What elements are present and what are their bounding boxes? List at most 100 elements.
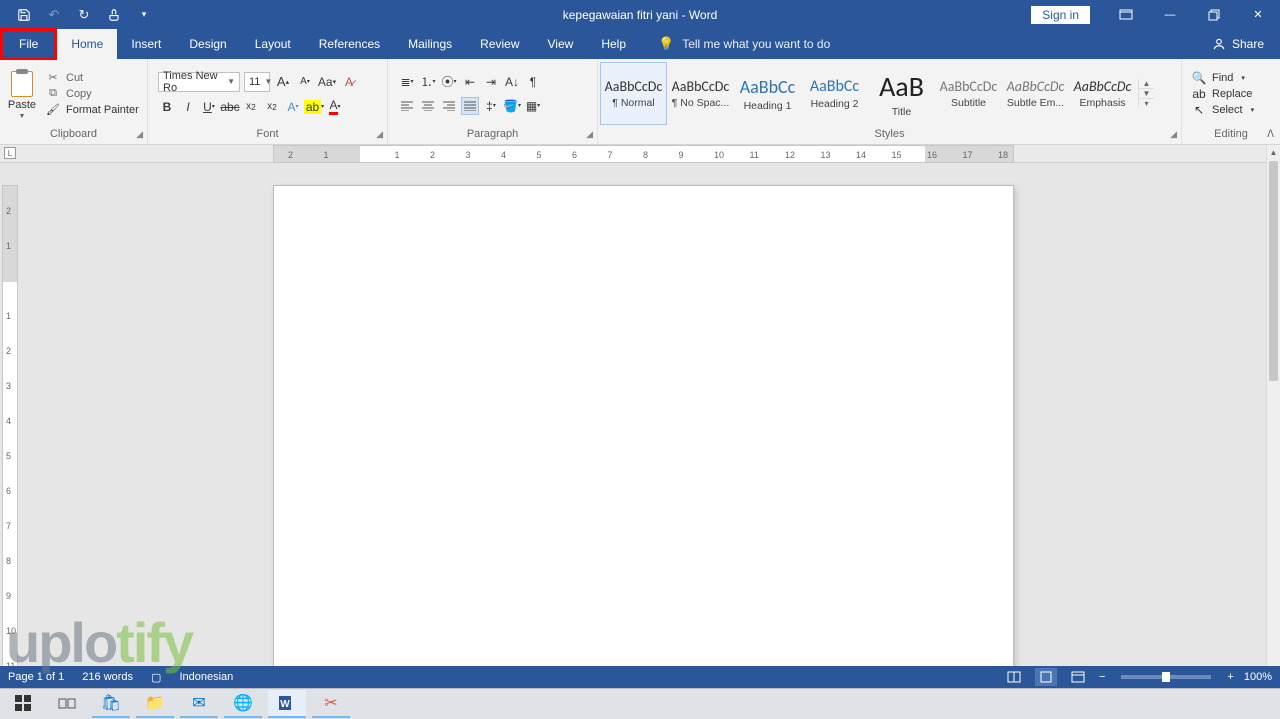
style-subtitle[interactable]: AaBbCcDcSubtitle bbox=[935, 62, 1002, 125]
tell-me-search[interactable]: 💡 Tell me what you want to do bbox=[640, 29, 830, 59]
qat-customize-icon[interactable]: ▾ bbox=[136, 7, 152, 23]
ribbon-display-options-icon[interactable] bbox=[1104, 0, 1148, 29]
task-view-button[interactable] bbox=[48, 690, 86, 718]
paragraph-launcher-icon[interactable]: ◢ bbox=[586, 129, 593, 140]
scroll-up-icon[interactable]: ▲ bbox=[1267, 145, 1280, 159]
read-mode-button[interactable] bbox=[1003, 668, 1025, 686]
multilevel-list-button[interactable]: ⦿▾ bbox=[440, 73, 458, 91]
style-heading-1[interactable]: AaBbCcHeading 1 bbox=[734, 62, 801, 125]
strikethrough-button[interactable]: abc bbox=[221, 98, 239, 116]
tab-insert[interactable]: Insert bbox=[117, 29, 175, 59]
italic-button[interactable]: I bbox=[179, 98, 197, 116]
zoom-slider[interactable] bbox=[1121, 675, 1211, 679]
align-left-button[interactable] bbox=[398, 97, 416, 115]
document-page[interactable] bbox=[273, 185, 1014, 689]
tab-home[interactable]: Home bbox=[57, 29, 117, 59]
taskbar-store[interactable]: 🛍 bbox=[92, 690, 130, 718]
tab-selector[interactable]: L bbox=[4, 147, 16, 159]
tab-layout[interactable]: Layout bbox=[241, 29, 305, 59]
bold-button[interactable]: B bbox=[158, 98, 176, 116]
underline-button[interactable]: U▾ bbox=[200, 98, 218, 116]
scrollbar-thumb[interactable] bbox=[1269, 161, 1278, 381]
decrease-indent-button[interactable]: ⇤ bbox=[461, 73, 479, 91]
collapse-ribbon-icon[interactable]: ᐱ bbox=[1267, 129, 1274, 140]
web-layout-button[interactable] bbox=[1067, 668, 1089, 686]
line-spacing-button[interactable]: ‡▾ bbox=[482, 97, 500, 115]
paste-button[interactable]: Paste ▼ bbox=[4, 67, 40, 120]
style--no-spac-[interactable]: AaBbCcDc¶ No Spac... bbox=[667, 62, 734, 125]
grow-font-button[interactable]: A▴ bbox=[274, 73, 292, 91]
copy-button[interactable]: ⧉Copy bbox=[42, 86, 143, 101]
shrink-font-button[interactable]: A▾ bbox=[296, 73, 314, 91]
bullets-button[interactable]: ≣▾ bbox=[398, 73, 416, 91]
font-name-combo[interactable]: Times New Ro▼ bbox=[158, 72, 240, 92]
replace-button[interactable]: abReplace bbox=[1192, 87, 1270, 101]
status-page[interactable]: Page 1 of 1 bbox=[8, 671, 64, 683]
clear-formatting-button[interactable]: A̷ bbox=[340, 73, 358, 91]
status-language[interactable]: Indonesian bbox=[179, 671, 233, 683]
font-size-combo[interactable]: 11▼ bbox=[244, 72, 270, 92]
justify-button[interactable] bbox=[461, 97, 479, 115]
numbering-button[interactable]: ⒈▾ bbox=[419, 73, 437, 91]
taskbar-snip[interactable]: ✂ bbox=[312, 690, 350, 718]
taskbar-edge[interactable]: 🌐 bbox=[224, 690, 262, 718]
print-layout-button[interactable] bbox=[1035, 668, 1057, 686]
undo-icon[interactable]: ↶ bbox=[46, 7, 62, 23]
styles-launcher-icon[interactable]: ◢ bbox=[1170, 129, 1177, 140]
find-button[interactable]: 🔍Find▾ bbox=[1192, 71, 1270, 85]
styles-scroll-up[interactable]: ▲ bbox=[1139, 79, 1154, 89]
redo-icon[interactable]: ↻ bbox=[76, 7, 92, 23]
touch-mode-icon[interactable] bbox=[106, 7, 122, 23]
style-title[interactable]: AaBTitle bbox=[868, 62, 935, 125]
shading-button[interactable]: 🪣▾ bbox=[503, 97, 521, 115]
format-painter-button[interactable]: 🖌Format Painter bbox=[42, 102, 143, 117]
tab-mailings[interactable]: Mailings bbox=[394, 29, 466, 59]
tab-review[interactable]: Review bbox=[466, 29, 533, 59]
start-button[interactable] bbox=[4, 690, 42, 718]
tab-file[interactable]: File bbox=[0, 28, 57, 60]
zoom-level[interactable]: 100% bbox=[1244, 671, 1272, 683]
taskbar-word[interactable]: W bbox=[268, 690, 306, 718]
subscript-button[interactable]: x2 bbox=[242, 98, 260, 116]
status-words[interactable]: 216 words bbox=[82, 671, 133, 683]
close-button[interactable]: ✕ bbox=[1236, 0, 1280, 29]
vertical-scrollbar[interactable]: ▲ ▼ bbox=[1266, 145, 1280, 689]
spellcheck-icon[interactable]: ▢ bbox=[151, 671, 161, 684]
zoom-out-button[interactable]: − bbox=[1099, 671, 1105, 683]
taskbar-explorer[interactable]: 📁 bbox=[136, 690, 174, 718]
sign-in-button[interactable]: Sign in bbox=[1031, 6, 1090, 24]
change-case-button[interactable]: Aa▾ bbox=[318, 73, 336, 91]
text-effects-button[interactable]: A▾ bbox=[284, 98, 302, 116]
minimize-button[interactable]: — bbox=[1148, 0, 1192, 29]
superscript-button[interactable]: x2 bbox=[263, 98, 281, 116]
align-right-button[interactable] bbox=[440, 97, 458, 115]
font-color-button[interactable]: A▾ bbox=[326, 98, 344, 116]
increase-indent-button[interactable]: ⇥ bbox=[482, 73, 500, 91]
styles-scroll-down[interactable]: ▼ bbox=[1139, 89, 1154, 99]
show-marks-button[interactable]: ¶ bbox=[524, 73, 542, 91]
tab-help[interactable]: Help bbox=[587, 29, 640, 59]
highlight-button[interactable]: ab▾ bbox=[305, 98, 323, 116]
vertical-ruler[interactable]: 211234567891011 bbox=[2, 185, 18, 689]
align-center-button[interactable] bbox=[419, 97, 437, 115]
select-button[interactable]: ↖Select▾ bbox=[1192, 103, 1270, 117]
tab-view[interactable]: View bbox=[534, 29, 588, 59]
style-heading-2[interactable]: AaBbCcHeading 2 bbox=[801, 62, 868, 125]
styles-expand[interactable]: ▾ bbox=[1139, 99, 1154, 108]
zoom-in-button[interactable]: + bbox=[1227, 671, 1233, 683]
cut-button[interactable]: ✂Cut bbox=[42, 70, 143, 85]
taskbar-mail[interactable]: ✉ bbox=[180, 690, 218, 718]
zoom-slider-thumb[interactable] bbox=[1162, 672, 1170, 682]
style-emphasis[interactable]: AaBbCcDcEmphasis bbox=[1069, 62, 1136, 125]
save-icon[interactable] bbox=[16, 7, 32, 23]
style-subtle-em-[interactable]: AaBbCcDcSubtle Em... bbox=[1002, 62, 1069, 125]
clipboard-launcher-icon[interactable]: ◢ bbox=[136, 129, 143, 140]
share-button[interactable]: Share bbox=[1196, 29, 1280, 59]
tab-references[interactable]: References bbox=[305, 29, 394, 59]
font-launcher-icon[interactable]: ◢ bbox=[376, 129, 383, 140]
tab-design[interactable]: Design bbox=[175, 29, 240, 59]
styles-gallery[interactable]: AaBbCcDc¶ NormalAaBbCcDc¶ No Spac...AaBb… bbox=[598, 59, 1138, 128]
style--normal[interactable]: AaBbCcDc¶ Normal bbox=[600, 62, 667, 125]
sort-button[interactable]: A↓ bbox=[503, 73, 521, 91]
horizontal-ruler[interactable]: 21123456789101112131415161718 bbox=[273, 145, 1014, 163]
